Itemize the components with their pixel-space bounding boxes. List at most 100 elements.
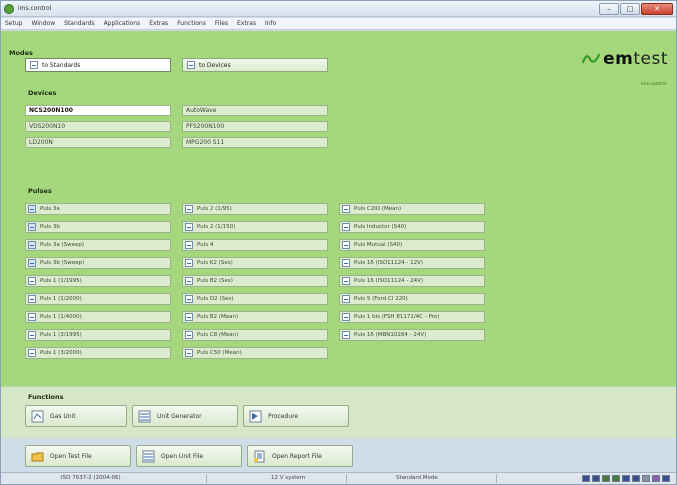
maximize-button[interactable]: □ bbox=[620, 3, 640, 15]
emtest-logo: emtest bbox=[582, 49, 668, 69]
devices-icon bbox=[187, 61, 195, 69]
menu-info[interactable]: Info bbox=[265, 20, 276, 27]
pulse-item[interactable]: Puls Mutual (S40) bbox=[339, 239, 485, 251]
mode-to-standards-label: to Standards bbox=[42, 61, 81, 69]
pulse-icon bbox=[185, 277, 193, 285]
pulse-item[interactable]: Puls 1 bis (FSH 81171/4C - Pro) bbox=[339, 311, 485, 323]
window-controls: – □ ✕ bbox=[599, 3, 673, 15]
pulse-item[interactable]: Puls 1 (3/2000) bbox=[25, 347, 171, 359]
pulse-icon bbox=[342, 205, 350, 213]
device-item[interactable]: VDS200N10 bbox=[25, 121, 171, 132]
status-led bbox=[642, 475, 650, 482]
device-item[interactable]: MPG200 S11 bbox=[182, 137, 328, 148]
status-led bbox=[602, 475, 610, 482]
pulse-item[interactable]: Puls 5 (Ford CI 220) bbox=[339, 293, 485, 305]
menu-extras-2[interactable]: Extras bbox=[237, 20, 256, 27]
pulse-icon bbox=[28, 331, 36, 339]
status-led bbox=[652, 475, 660, 482]
status-led bbox=[632, 475, 640, 482]
pulse-item[interactable]: Puls 1 (1/4000) bbox=[25, 311, 171, 323]
pulse-item[interactable]: Puls 3a (Sweep) bbox=[25, 239, 171, 251]
status-mode: Standard Mode bbox=[396, 475, 438, 481]
pulses-label: Pulses bbox=[28, 187, 52, 195]
unit-generator-icon bbox=[138, 410, 151, 422]
unit-file-icon bbox=[142, 450, 155, 462]
pulse-icon bbox=[185, 223, 193, 231]
pulse-item[interactable]: Puls Inductor (S40) bbox=[339, 221, 485, 233]
pulse-icon bbox=[28, 277, 36, 285]
device-item[interactable]: NCS200N100 bbox=[25, 105, 171, 116]
window-title: ims.control bbox=[18, 5, 52, 12]
pulse-icon bbox=[28, 259, 36, 267]
status-led bbox=[582, 475, 590, 482]
open-report-file-button[interactable]: Open Report File bbox=[247, 445, 353, 467]
mode-to-devices-label: to Devices bbox=[199, 61, 231, 69]
device-item[interactable]: PFS200N100 bbox=[182, 121, 328, 132]
mode-to-standards[interactable]: to Standards bbox=[25, 58, 171, 72]
menu-standards[interactable]: Standards bbox=[64, 20, 94, 27]
open-unit-file-button[interactable]: Open Unit File bbox=[136, 445, 242, 467]
pulse-item[interactable]: Puls D2 (Ses) bbox=[182, 293, 328, 305]
status-led bbox=[622, 475, 630, 482]
status-led bbox=[662, 475, 670, 482]
gas-unit-icon bbox=[31, 410, 44, 422]
pulse-item[interactable]: Puls B2 (Mean) bbox=[182, 311, 328, 323]
functions-panel: Functions Gas Unit Unit Generator Proced… bbox=[1, 386, 676, 438]
pulse-item[interactable]: Puls 1 (3/1995) bbox=[25, 329, 171, 341]
pulse-icon bbox=[28, 205, 36, 213]
close-button[interactable]: ✕ bbox=[641, 3, 673, 15]
pulse-item[interactable]: Puls 3b (Sweep) bbox=[25, 257, 171, 269]
menu-extras[interactable]: Extras bbox=[149, 20, 168, 27]
pulse-item[interactable]: Puls 3b bbox=[25, 221, 171, 233]
pulse-icon bbox=[185, 295, 193, 303]
pulse-icon bbox=[185, 313, 193, 321]
pulse-item[interactable]: Puls 2 (1/95) bbox=[182, 203, 328, 215]
minimize-button[interactable]: – bbox=[599, 3, 619, 15]
menu-applications[interactable]: Applications bbox=[104, 20, 141, 27]
status-divider bbox=[496, 474, 497, 483]
procedure-button[interactable]: Procedure bbox=[243, 405, 349, 427]
menu-functions[interactable]: Functions bbox=[177, 20, 206, 27]
app-icon bbox=[4, 4, 14, 14]
pulse-item[interactable]: Puls 16 (ISO11124 - 24V) bbox=[339, 275, 485, 287]
main-panel: Modes to Standards to Devices emtest ims… bbox=[1, 31, 676, 386]
pulse-item[interactable]: Puls B2 (Ses) bbox=[182, 275, 328, 287]
status-led bbox=[612, 475, 620, 482]
pulse-icon bbox=[185, 331, 193, 339]
pulse-item[interactable]: Puls 3a bbox=[25, 203, 171, 215]
pulse-icon bbox=[342, 277, 350, 285]
functions-label: Functions bbox=[28, 393, 64, 401]
pulse-item[interactable]: Puls 16 (MBN10284 - 24V) bbox=[339, 329, 485, 341]
device-item[interactable]: LD200N bbox=[25, 137, 171, 148]
pulse-icon bbox=[28, 313, 36, 321]
pulse-item[interactable]: Puls C8 (Mean) bbox=[182, 329, 328, 341]
status-divider bbox=[346, 474, 347, 483]
pulse-icon bbox=[342, 295, 350, 303]
folder-icon bbox=[31, 452, 44, 461]
device-item[interactable]: AutoWave bbox=[182, 105, 328, 116]
open-test-file-button[interactable]: Open Test File bbox=[25, 445, 131, 467]
pulse-icon bbox=[342, 313, 350, 321]
pulse-icon bbox=[28, 295, 36, 303]
report-file-icon bbox=[254, 450, 265, 462]
menu-setup[interactable]: Setup bbox=[5, 20, 22, 27]
menu-files[interactable]: Files bbox=[215, 20, 228, 27]
pulse-item[interactable]: Puls 4 bbox=[182, 239, 328, 251]
pulse-item[interactable]: Puls K2 (Ses) bbox=[182, 257, 328, 269]
pulse-item[interactable]: Puls 16 (ISO11124 - 12V) bbox=[339, 257, 485, 269]
status-system: 12 V system bbox=[271, 475, 306, 481]
pulse-item[interactable]: Puls C50 (Mean) bbox=[182, 347, 328, 359]
unit-generator-button[interactable]: Unit Generator bbox=[132, 405, 238, 427]
mode-to-devices[interactable]: to Devices bbox=[182, 58, 328, 72]
pulse-item[interactable]: Puls 2 (1/150) bbox=[182, 221, 328, 233]
pulse-icon bbox=[185, 241, 193, 249]
status-divider bbox=[206, 474, 207, 483]
gas-unit-button[interactable]: Gas Unit bbox=[25, 405, 127, 427]
pulse-item[interactable]: Puls 1 (1/2000) bbox=[25, 293, 171, 305]
menu-window[interactable]: Window bbox=[31, 20, 55, 27]
status-bar: ISO 7637-2 (2004-06) 12 V system Standar… bbox=[1, 472, 676, 484]
pulse-item[interactable]: Puls 1 (1/1995) bbox=[25, 275, 171, 287]
pulse-icon bbox=[342, 331, 350, 339]
pulse-item[interactable]: Puls C2IO (Mean) bbox=[339, 203, 485, 215]
file-buttons-panel: Open Test File Open Unit File Open Repor… bbox=[1, 438, 676, 472]
